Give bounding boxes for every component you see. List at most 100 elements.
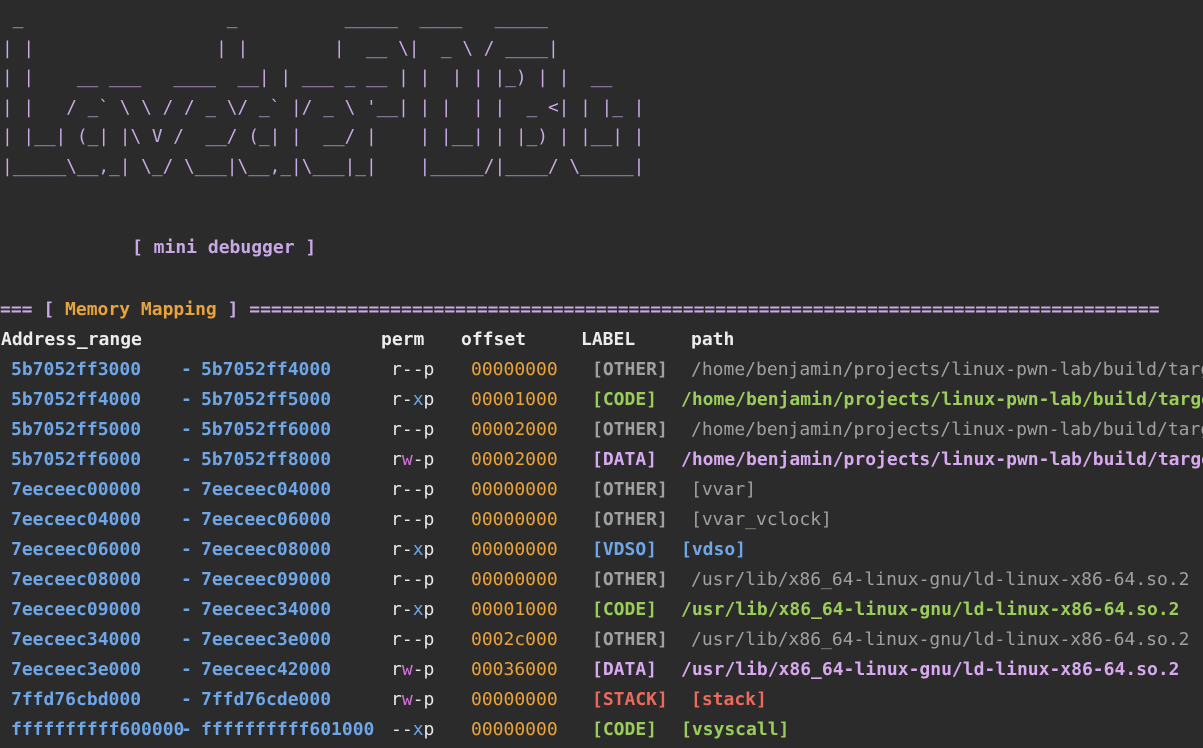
mapping-path: [vvar] xyxy=(691,479,757,500)
header-perm: perm xyxy=(381,329,425,350)
table-row: 7eeceec3e000 -7eeceec42000 rw-p 00036000 [DA… xyxy=(0,657,1203,687)
region-label: [DATA] xyxy=(592,659,658,680)
range-separator: - xyxy=(181,449,192,470)
range-separator: - xyxy=(181,569,192,590)
ascii-banner: _ _ _____ ____ _____ | | | | | __ \| _ \… xyxy=(2,8,645,177)
offset: 00002000 xyxy=(471,449,558,470)
range-separator: - xyxy=(181,389,192,410)
header-label: LABEL xyxy=(581,329,636,350)
region-label: [CODE] xyxy=(592,719,658,740)
range-separator: - xyxy=(181,419,192,440)
table-row: 5b7052ff4000 -5b7052ff5000 r-xp 00001000 [CO… xyxy=(0,387,1203,417)
address-end: 7eeceec3e000 xyxy=(201,629,332,650)
mapping-path: [vsyscall] xyxy=(681,719,790,740)
terminal-window[interactable]: _ _ _____ ____ _____ | | | | | __ \| _ \… xyxy=(0,0,1203,748)
subtitle: [ mini debugger ] xyxy=(132,237,317,258)
address-end: 7eeceec06000 xyxy=(201,509,332,530)
table-row: 5b7052ff6000 -5b7052ff8000 rw-p 00002000 [DA… xyxy=(0,447,1203,477)
table-row: 5b7052ff5000 -5b7052ff6000 r--p 00002000 [OT… xyxy=(0,417,1203,447)
header-path: path xyxy=(691,329,735,350)
offset: 00000000 xyxy=(471,719,558,740)
permissions: rw-p xyxy=(391,449,435,470)
permissions: r--p xyxy=(391,629,435,650)
mapping-path: /home/benjamin/projects/linux-pwn-lab/bu… xyxy=(681,389,1203,410)
permissions: r-xp xyxy=(391,389,435,410)
mapping-path: /usr/lib/x86_64-linux-gnu/ld-linux-x86-6… xyxy=(691,569,1190,590)
address-end: 5b7052ff5000 xyxy=(201,389,332,410)
offset: 00000000 xyxy=(471,539,558,560)
offset: 00000000 xyxy=(471,479,558,500)
range-separator: - xyxy=(181,689,192,710)
permissions: r--p xyxy=(391,419,435,440)
table-row: 7eeceec34000 -7eeceec3e000 r--p 0002c000 [OT… xyxy=(0,627,1203,657)
permissions: r--p xyxy=(391,569,435,590)
address-end: 7eeceec04000 xyxy=(201,479,332,500)
region-label: [STACK] xyxy=(592,689,668,710)
table-row: 5b7052ff3000 -5b7052ff4000 r--p 00000000 [OT… xyxy=(0,357,1203,387)
mapping-path: /usr/lib/x86_64-linux-gnu/ld-linux-x86-6… xyxy=(691,629,1190,650)
permissions: r--p xyxy=(391,509,435,530)
region-label: [OTHER] xyxy=(592,569,668,590)
offset: 00000000 xyxy=(471,569,558,590)
offset: 00000000 xyxy=(471,509,558,530)
table-row: 7eeceec00000 -7eeceec04000 r--p 00000000 [OT… xyxy=(0,477,1203,507)
range-separator: - xyxy=(181,359,192,380)
range-separator: - xyxy=(181,509,192,530)
range-separator: - xyxy=(181,629,192,650)
address-end: ffffffffff601000 xyxy=(201,719,375,740)
table-row: 7eeceec08000 -7eeceec09000 r--p 00000000 [OT… xyxy=(0,567,1203,597)
address-start: 7ffd76cbd000 xyxy=(11,689,142,710)
address-start: 7eeceec08000 xyxy=(11,569,142,590)
section-title: Memory Mapping xyxy=(65,299,217,320)
address-start: 7eeceec3e000 xyxy=(11,659,142,680)
region-label: [OTHER] xyxy=(592,479,668,500)
table-row: 7eeceec09000 -7eeceec34000 r-xp 00001000 [CO… xyxy=(0,597,1203,627)
range-separator: - xyxy=(181,599,192,620)
address-end: 5b7052ff6000 xyxy=(201,419,332,440)
mapping-path: [vdso] xyxy=(681,539,747,560)
address-start: 7eeceec04000 xyxy=(11,509,142,530)
table-row: 7eeceec04000 -7eeceec06000 r--p 00000000 [OT… xyxy=(0,507,1203,537)
mapping-path: [stack] xyxy=(691,689,767,710)
address-end: 7eeceec34000 xyxy=(201,599,332,620)
offset: 00000000 xyxy=(471,359,558,380)
table-row: ffffffffff600000- ffffffffff601000 --xp 000… xyxy=(0,717,1203,747)
mapping-path: /usr/lib/x86_64-linux-gnu/ld-linux-x86-6… xyxy=(681,599,1180,620)
offset: 00001000 xyxy=(471,599,558,620)
region-label: [VDSO] xyxy=(592,539,658,560)
address-end: 5b7052ff8000 xyxy=(201,449,332,470)
mapping-path: /home/benjamin/projects/linux-pwn-lab/bu… xyxy=(691,359,1203,380)
mapping-path: /home/benjamin/projects/linux-pwn-lab/bu… xyxy=(681,449,1203,470)
mapping-path: [vvar_vclock] xyxy=(691,509,832,530)
range-separator: - xyxy=(181,479,192,500)
mapping-path: /home/benjamin/projects/linux-pwn-lab/bu… xyxy=(691,419,1203,440)
range-separator: - xyxy=(181,719,192,740)
region-label: [CODE] xyxy=(592,389,658,410)
mapping-path: /usr/lib/x86_64-linux-gnu/ld-linux-x86-6… xyxy=(681,659,1180,680)
permissions: rw-p xyxy=(391,689,435,710)
address-start: 5b7052ff3000 xyxy=(11,359,142,380)
offset: 00001000 xyxy=(471,389,558,410)
offset: 0002c000 xyxy=(471,629,558,650)
address-start: 7eeceec34000 xyxy=(11,629,142,650)
address-start: ffffffffff600000 xyxy=(11,719,185,740)
address-start: 5b7052ff4000 xyxy=(11,389,142,410)
region-label: [OTHER] xyxy=(592,629,668,650)
permissions: r-xp xyxy=(391,539,435,560)
address-end: 7eeceec08000 xyxy=(201,539,332,560)
region-label: [OTHER] xyxy=(592,359,668,380)
range-separator: - xyxy=(181,539,192,560)
permissions: r-xp xyxy=(391,599,435,620)
address-end: 5b7052ff4000 xyxy=(201,359,332,380)
table-row: 7eeceec06000 -7eeceec08000 r-xp 00000000 [VD… xyxy=(0,537,1203,567)
table-header: Address_range perm offset LABEL path xyxy=(0,327,1203,353)
table-row: 7ffd76cbd000 -7ffd76cde000 rw-p 00000000 [ST… xyxy=(0,687,1203,717)
offset: 00036000 xyxy=(471,659,558,680)
region-label: [CODE] xyxy=(592,599,658,620)
section-heading: === [ Memory Mapping ] =================… xyxy=(0,297,1160,323)
address-end: 7eeceec42000 xyxy=(201,659,332,680)
permissions: r--p xyxy=(391,359,435,380)
section-suffix: ] ======================================… xyxy=(216,299,1160,320)
address-start: 5b7052ff6000 xyxy=(11,449,142,470)
permissions: r--p xyxy=(391,479,435,500)
